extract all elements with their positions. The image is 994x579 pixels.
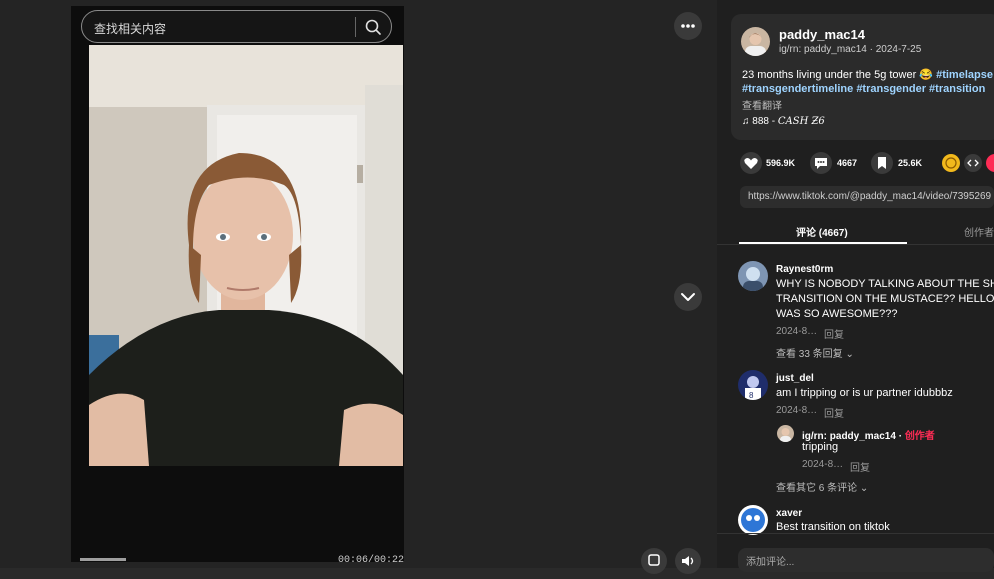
commenter-avatar-image: 8 <box>745 376 761 400</box>
search-input[interactable]: 查找相关内容 <box>94 20 166 37</box>
reply-avatar-image <box>780 428 791 442</box>
bookmark-icon <box>878 157 886 169</box>
music-title: CASH Ƶ6 <box>777 116 825 127</box>
composer-divider <box>717 533 994 534</box>
tab-divider <box>717 244 994 245</box>
comment-text-line: WAS SO AWESOME??? <box>776 308 898 320</box>
like-button[interactable] <box>740 152 762 174</box>
music-note-icon: ♫ <box>742 116 753 127</box>
reply-date: 2024-8… <box>802 459 844 470</box>
save-count: 25.6K <box>898 158 923 168</box>
commenter-avatar[interactable]: 8 <box>738 370 768 400</box>
playback-time: 00:06/00:22 <box>338 555 405 566</box>
emoji-icon <box>945 157 957 169</box>
translate-link[interactable]: 查看翻译 <box>742 97 782 112</box>
hashtag-links[interactable]: #transgendertimeline #transgender #trans… <box>742 83 985 95</box>
hashtag-link[interactable]: #timelapse <box>936 69 993 81</box>
heart-icon <box>744 158 758 169</box>
view-replies-button[interactable]: 查看 33 条回复 ⌄ <box>776 345 854 360</box>
embed-button[interactable] <box>964 154 982 172</box>
video-description: 23 months living under the 5g tower 😂 #t… <box>742 68 993 81</box>
search-divider <box>355 17 356 37</box>
music-prefix: 888 - <box>752 116 778 127</box>
comment-text-line: am I tripping or is ur partner idubbbz <box>776 387 953 399</box>
search-icon[interactable] <box>364 18 382 36</box>
more-options-button[interactable] <box>674 12 702 40</box>
view-more-replies-label: 查看其它 6 条评论 <box>776 483 858 494</box>
progress-bar[interactable] <box>80 558 126 561</box>
like-count: 596.9K <box>766 158 796 168</box>
comment-text-line: WHY IS NOBODY TALKING ABOUT THE SH <box>776 278 994 290</box>
comment-date: 2024-8… <box>776 405 818 416</box>
commenter-avatar[interactable] <box>738 505 768 535</box>
comment-text-line: TRANSITION ON THE MUSTACE?? HELLO <box>776 293 994 305</box>
author-avatar[interactable] <box>741 27 770 56</box>
more-icon <box>681 24 695 28</box>
author-avatar-image <box>745 33 766 56</box>
share-coin-button[interactable] <box>942 154 960 172</box>
reply-button[interactable]: 回复 <box>824 405 844 420</box>
view-more-replies-button[interactable]: 查看其它 6 条评论 ⌄ <box>776 479 868 494</box>
reply-text: tripping <box>802 441 839 453</box>
pip-button[interactable] <box>641 548 667 574</box>
comment-username[interactable]: just_del <box>776 373 814 384</box>
comment-input-placeholder: 添加评论... <box>746 557 795 568</box>
comment-icon <box>815 158 827 169</box>
chevron-down-icon <box>681 293 695 301</box>
comment-username[interactable]: Raynest0rm <box>776 264 833 275</box>
view-replies-label: 查看 33 条回复 <box>776 349 843 360</box>
comment-username[interactable]: xaver <box>776 508 802 519</box>
svg-text:8: 8 <box>749 391 754 400</box>
volume-button[interactable] <box>675 548 701 574</box>
music-link[interactable]: ♫ 888 - CASH Ƶ6 <box>742 116 825 127</box>
chevron-down-icon: ⌄ <box>845 349 854 360</box>
author-name[interactable]: paddy_mac14 <box>779 27 865 42</box>
author-subtitle: ig/rn: paddy_mac14 · 2024-7-25 <box>779 44 922 55</box>
volume-icon <box>682 556 694 566</box>
reply-button[interactable]: 回复 <box>824 326 844 341</box>
search-bar[interactable]: 查找相关内容 <box>81 10 392 43</box>
commenter-avatar[interactable] <box>738 261 768 291</box>
tab-active-indicator <box>739 242 907 244</box>
share-link[interactable]: https://www.tiktok.com/@paddy_mac14/vide… <box>740 186 994 208</box>
pip-icon <box>648 554 660 566</box>
comment-count: 4667 <box>837 158 858 168</box>
description-text: 23 months living under the 5g tower 😂 <box>742 69 937 81</box>
comment-input[interactable]: 添加评论... <box>738 548 994 572</box>
save-button[interactable] <box>871 152 893 174</box>
comment-date: 2024-8… <box>776 326 818 337</box>
tab-comments[interactable]: 评论 (4667) <box>796 224 848 239</box>
code-icon <box>967 159 979 167</box>
commenter-avatar-image <box>743 267 763 291</box>
commenter-avatar-image <box>741 508 765 532</box>
reply-button[interactable]: 回复 <box>850 459 870 474</box>
reply-avatar[interactable] <box>777 425 794 442</box>
tab-creator-videos[interactable]: 创作者 <box>964 224 994 239</box>
creator-badge: 创作者 <box>904 431 935 442</box>
comment-button[interactable] <box>810 152 832 174</box>
selfie-illustration <box>89 45 403 466</box>
video-frame[interactable] <box>89 45 403 466</box>
next-video-button[interactable] <box>674 283 702 311</box>
chevron-down-icon: ⌄ <box>859 483 869 494</box>
